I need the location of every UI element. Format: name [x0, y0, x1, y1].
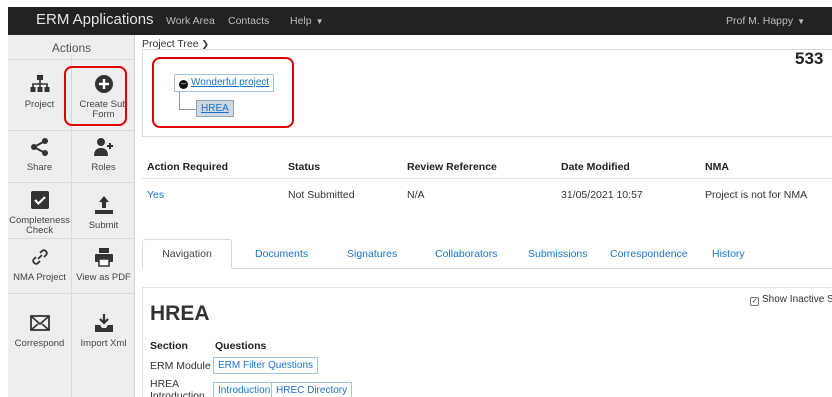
divider	[8, 130, 135, 131]
upload-icon	[94, 193, 114, 217]
action-correspond[interactable]: Correspond	[9, 311, 70, 349]
action-submit[interactable]: Submit	[73, 193, 134, 231]
envelope-icon	[29, 311, 50, 335]
action-label: Import Xml	[80, 338, 127, 349]
section-header: Section	[150, 340, 188, 352]
checkbox-icon[interactable]: ✓	[750, 297, 759, 306]
table-divider	[142, 178, 832, 179]
tab-documents[interactable]: Documents	[255, 248, 308, 260]
question-introduction[interactable]: Introduction	[213, 382, 276, 397]
cell-date-modified: 31/05/2021 10:57	[561, 189, 643, 201]
action-share[interactable]: Share	[9, 135, 70, 173]
action-label: Roles	[91, 162, 116, 173]
action-project[interactable]: Project	[9, 72, 70, 110]
action-nma-project[interactable]: NMA Project	[9, 245, 70, 283]
highlight-create-sub-form	[64, 66, 127, 126]
question-erm-filter[interactable]: ERM Filter Questions	[213, 357, 319, 374]
action-view-as-pdf[interactable]: View as PDF	[73, 245, 134, 283]
form-title: HREA	[150, 302, 210, 325]
action-label: View as PDF	[76, 272, 131, 283]
cell-action-required[interactable]: Yes	[147, 189, 164, 201]
show-inactive-label: Show Inactive S	[762, 294, 832, 305]
col-status: Status	[288, 161, 321, 173]
user-name: Prof M. Happy	[726, 15, 794, 27]
tabs-baseline	[142, 268, 832, 269]
tab-history[interactable]: History	[712, 248, 745, 260]
section-erm-module: ERM Module	[150, 360, 211, 372]
tab-correspondence[interactable]: Correspondence	[610, 248, 688, 260]
cell-status: Not Submitted	[288, 189, 355, 201]
action-label: Correspond	[14, 338, 65, 349]
col-review-reference: Review Reference	[407, 161, 497, 173]
action-completeness-check[interactable]: Completeness Check	[9, 188, 70, 235]
print-icon	[94, 245, 114, 269]
action-label: Share	[26, 162, 53, 173]
nav-help[interactable]: Help ▼	[290, 15, 324, 27]
action-label: NMA Project	[13, 272, 66, 283]
section-hrea-introduction: HREA Introduction	[150, 378, 205, 397]
show-inactive-toggle[interactable]: ✓ Show Inactive S	[750, 294, 832, 306]
tab-submissions[interactable]: Submissions	[528, 248, 588, 260]
user-menu[interactable]: Prof M. Happy ▼	[726, 15, 805, 27]
divider	[8, 182, 135, 183]
col-nma: NMA	[705, 161, 729, 173]
nav-contacts[interactable]: Contacts	[228, 15, 269, 27]
tab-signatures[interactable]: Signatures	[347, 248, 397, 260]
action-label: Completeness Check	[9, 215, 70, 236]
action-roles[interactable]: Roles	[73, 135, 134, 173]
sitemap-icon	[30, 72, 50, 96]
divider	[8, 238, 135, 239]
user-plus-icon	[93, 135, 115, 159]
caret-down-icon: ▼	[315, 17, 324, 26]
nav-help-label: Help	[290, 15, 312, 27]
action-label: Project	[24, 99, 55, 110]
actions-title: Actions	[51, 41, 92, 55]
questions-header: Questions	[215, 340, 267, 352]
col-action-required: Action Required	[147, 161, 229, 173]
cell-nma: Project is not for NMA	[705, 189, 808, 201]
tab-collaborators[interactable]: Collaborators	[435, 248, 497, 260]
question-hrec-directory[interactable]: HREC Directory	[271, 382, 353, 397]
check-square-icon	[30, 188, 50, 212]
cell-review-reference: N/A	[407, 189, 425, 201]
brand-link[interactable]: ERM Applications	[36, 11, 154, 28]
link-icon	[30, 245, 50, 269]
nav-work-area[interactable]: Work Area	[166, 15, 215, 27]
share-icon	[30, 135, 50, 159]
highlight-project-tree	[152, 57, 294, 128]
caret-down-icon: ▼	[797, 17, 806, 26]
top-navbar: ERM Applications Work Area Contacts Help…	[8, 7, 832, 35]
action-label: Submit	[88, 220, 119, 231]
chevron-down-icon: ❯	[201, 39, 210, 49]
import-icon	[94, 311, 114, 335]
project-number: 533	[795, 49, 824, 68]
divider	[8, 293, 135, 294]
col-date-modified: Date Modified	[561, 161, 630, 173]
action-import-xml[interactable]: Import Xml	[73, 311, 134, 349]
tab-navigation[interactable]: Navigation	[142, 239, 232, 269]
